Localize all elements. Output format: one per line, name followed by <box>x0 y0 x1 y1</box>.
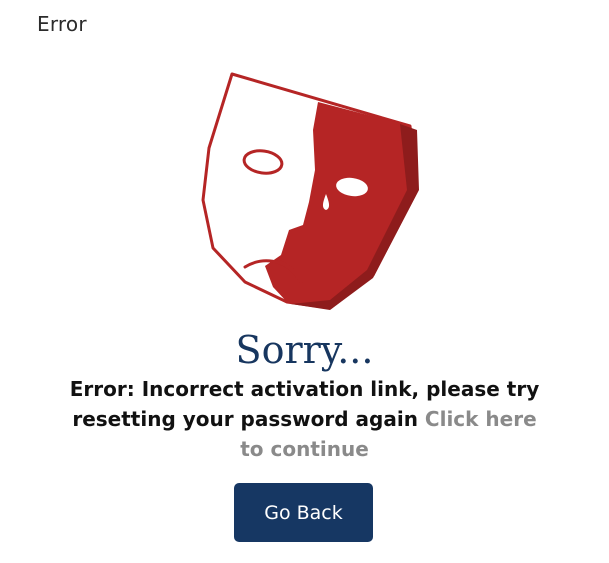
sad-mask-icon <box>195 70 427 318</box>
go-back-button[interactable]: Go Back <box>234 483 373 542</box>
error-message: Error: Incorrect activation link, please… <box>60 374 549 464</box>
page-title: Error <box>37 12 87 36</box>
sorry-heading: Sorry... <box>235 328 374 372</box>
